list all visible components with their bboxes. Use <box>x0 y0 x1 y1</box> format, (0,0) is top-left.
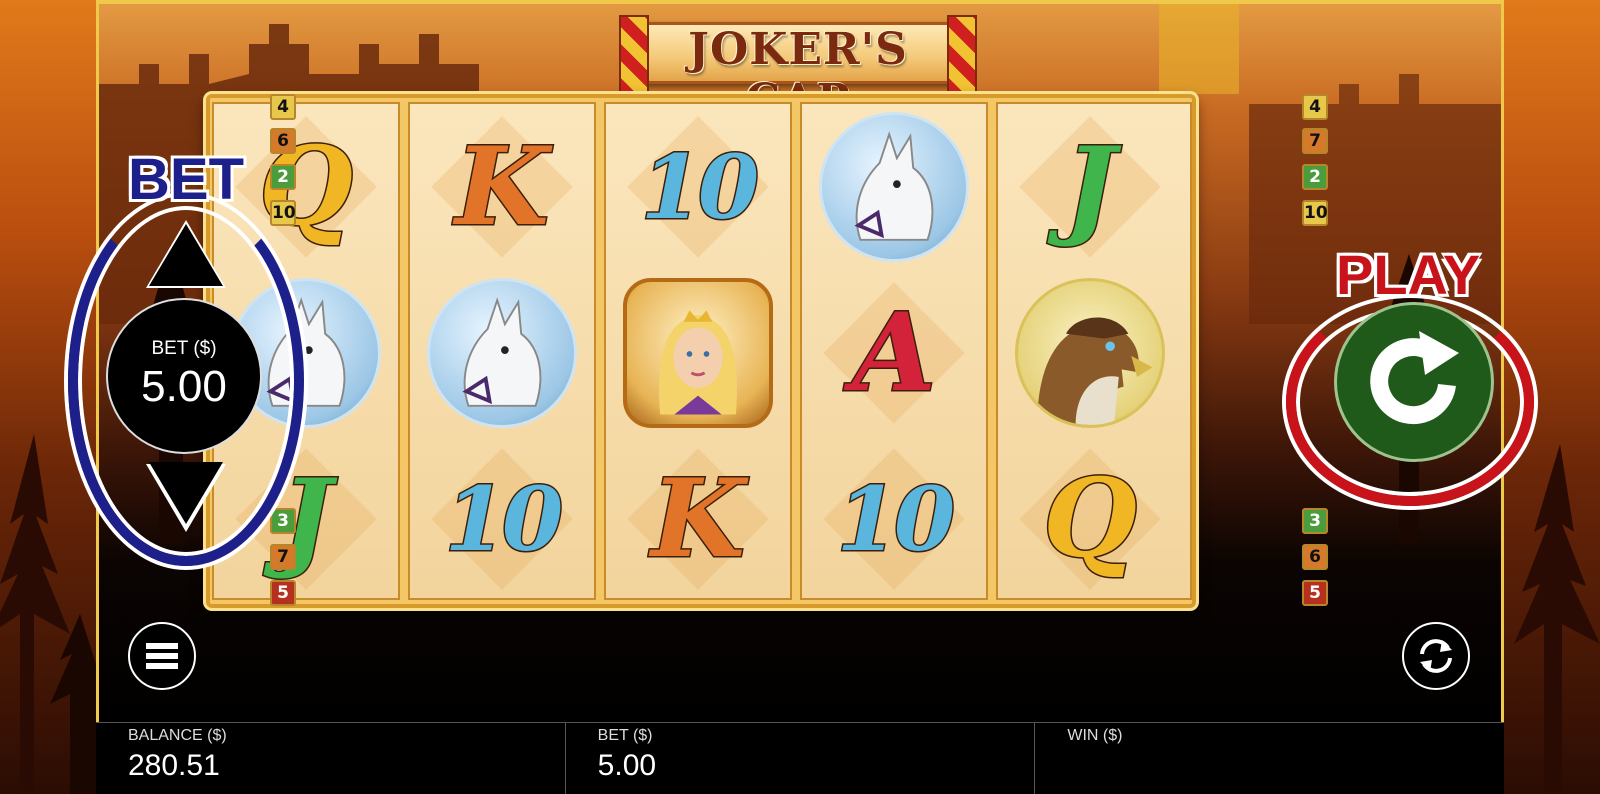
reel-symbol: 10 <box>410 436 594 602</box>
autoplay-button[interactable] <box>1402 622 1470 690</box>
reel-symbol: A <box>802 270 986 436</box>
status-bar: BALANCE ($) 280.51 BET ($) 5.00 WIN ($) <box>96 722 1504 794</box>
bet-panel: BET ($) 5.00 <box>566 723 1036 794</box>
bet-display-label: BET ($) <box>151 338 217 359</box>
payline-marker[interactable]: 5 <box>1302 580 1328 606</box>
payline-marker[interactable]: 10 <box>1302 200 1328 226</box>
symbol-j: J <box>1063 124 1117 250</box>
reel-symbol: Q <box>998 436 1182 602</box>
game-screen: JOKER'S CAP Q J K 10 10 <box>0 0 1600 794</box>
hawk-symbol-icon <box>1015 278 1165 428</box>
princess-symbol-icon <box>623 278 773 428</box>
autoplay-icon <box>1420 639 1452 673</box>
symbol-k: K <box>650 456 747 582</box>
symbol-10: 10 <box>443 467 564 571</box>
top-border <box>96 0 1504 4</box>
payline-marker[interactable]: 3 <box>1302 508 1328 534</box>
reel-symbol <box>606 270 790 436</box>
payline-marker[interactable]: 10 <box>270 200 296 226</box>
payline-marker[interactable]: 6 <box>1302 544 1328 570</box>
symbol-10: 10 <box>639 135 760 239</box>
reel-symbol: 10 <box>802 436 986 602</box>
reel-symbol: J <box>998 104 1182 270</box>
balance-label: BALANCE ($) <box>128 727 227 744</box>
bet-increase-button[interactable] <box>146 220 226 288</box>
symbol-k: K <box>454 124 551 250</box>
symbol-a: A <box>851 290 938 416</box>
symbol-10: 10 <box>835 467 956 571</box>
reel-2: K 10 <box>408 102 596 600</box>
payline-marker[interactable]: 6 <box>270 128 296 154</box>
menu-button[interactable] <box>128 622 196 690</box>
horse-symbol-icon <box>427 278 577 428</box>
balance-panel: BALANCE ($) 280.51 <box>96 723 566 794</box>
reel-3: 10 K <box>604 102 792 600</box>
bet-display-value: 5.00 <box>141 362 227 411</box>
payline-marker[interactable]: 3 <box>270 508 296 534</box>
reel-symbol: 10 <box>606 104 790 270</box>
payline-marker[interactable]: 2 <box>270 164 296 190</box>
bet-display: BET ($) 5.00 <box>106 298 262 454</box>
spin-button[interactable] <box>1334 302 1494 462</box>
spin-arrow-icon <box>1370 331 1459 425</box>
payline-marker[interactable]: 7 <box>270 544 296 570</box>
tree-silhouette <box>0 434 96 794</box>
reel-symbol <box>802 104 986 270</box>
reel-symbol <box>998 270 1182 436</box>
win-label: WIN ($) <box>1067 727 1123 744</box>
bet-value: 5.00 <box>597 749 657 782</box>
symbol-q: Q <box>1041 456 1138 582</box>
win-panel: WIN ($) <box>1035 723 1504 794</box>
bet-decrease-button[interactable] <box>146 462 226 532</box>
payline-marker[interactable]: 5 <box>270 580 296 606</box>
reel-symbol: K <box>606 436 790 602</box>
reel-4: A 10 <box>800 102 988 600</box>
balance-value: 280.51 <box>128 749 220 782</box>
reel-symbol <box>410 270 594 436</box>
game-logo: JOKER'S CAP <box>618 8 978 126</box>
bet-heading: BET <box>128 147 244 212</box>
reel-frame: Q J K 10 10 K A 10 J Q <box>206 94 1196 608</box>
payline-marker[interactable]: 4 <box>270 94 296 120</box>
reel-symbol: K <box>410 104 594 270</box>
payline-marker[interactable]: 2 <box>1302 164 1328 190</box>
reel-5: J Q <box>996 102 1192 600</box>
payline-marker[interactable]: 4 <box>1302 94 1328 120</box>
menu-icon <box>146 643 178 669</box>
horse-symbol-icon <box>819 112 969 262</box>
tree-silhouette <box>1514 444 1600 794</box>
payline-marker[interactable]: 7 <box>1302 128 1328 154</box>
bet-label: BET ($) <box>597 727 653 744</box>
